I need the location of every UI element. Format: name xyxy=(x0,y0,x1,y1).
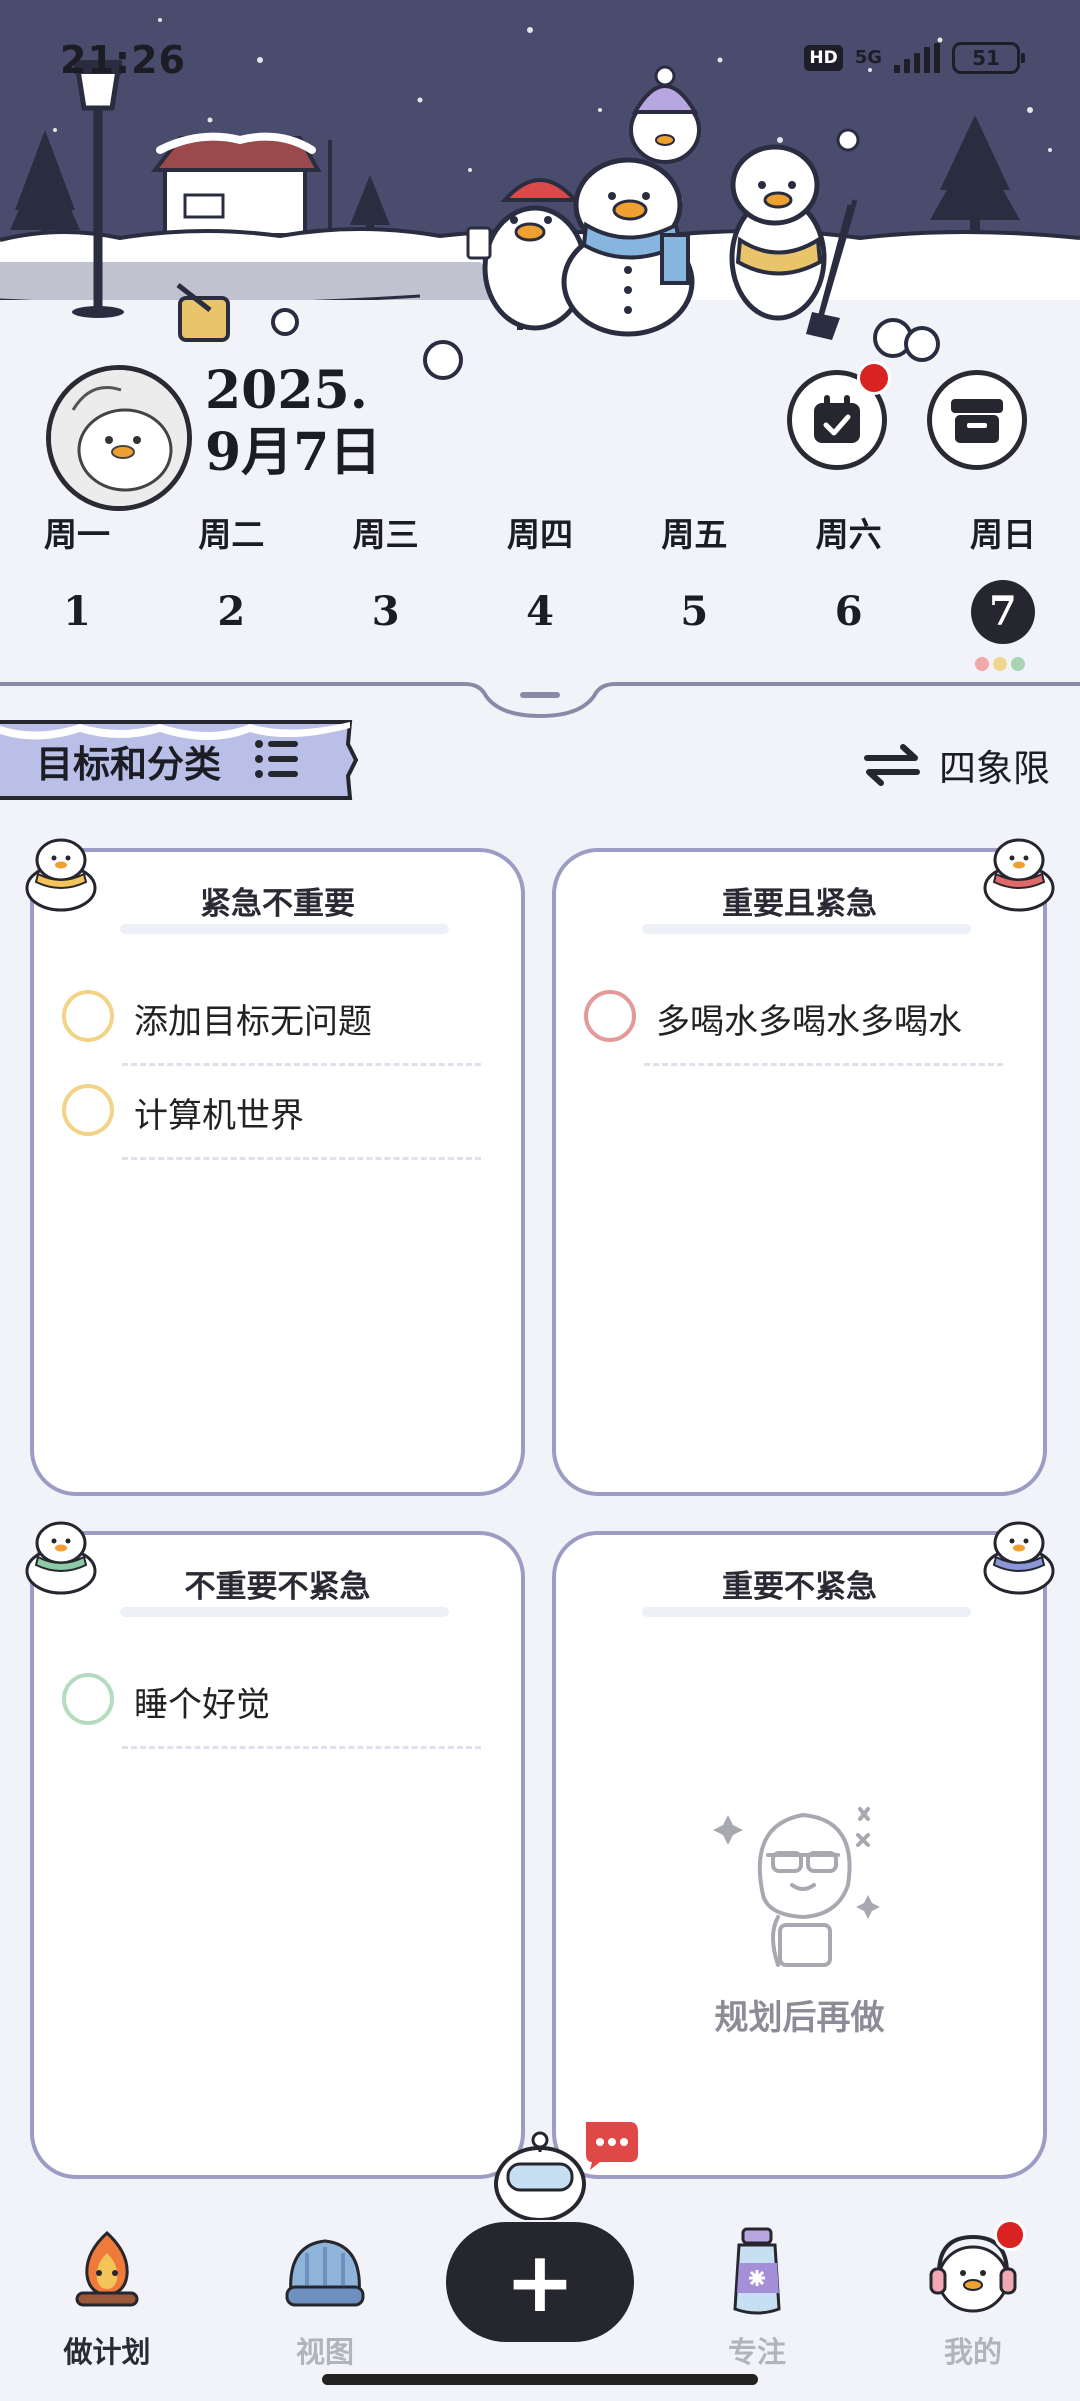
quadrant-urgent-not-important[interactable]: 紧急不重要 添加目标无问题 计算机世界 xyxy=(30,848,525,1496)
avatar[interactable] xyxy=(46,365,192,511)
tab-focus[interactable]: 专注 xyxy=(692,2223,822,2371)
quadrant-title: 紧急不重要 xyxy=(200,886,355,922)
mood-dot xyxy=(975,657,989,671)
snowman-decoration-yellow xyxy=(25,838,97,912)
day-tuesday[interactable]: 周二 2 xyxy=(159,510,303,640)
view-switch[interactable]: 四象限 xyxy=(863,738,1050,792)
mood-dot xyxy=(993,657,1007,671)
task-item[interactable]: 多喝水多喝水多喝水 xyxy=(584,972,1003,1066)
date-day: 9月7日 xyxy=(205,422,382,483)
goals-categories-label[interactable]: 目标和分类 xyxy=(36,734,221,788)
quadrant-title: 不重要不紧急 xyxy=(184,1569,371,1605)
day-friday[interactable]: 周五 5 xyxy=(622,510,766,640)
day-number: 1 xyxy=(63,588,91,635)
campfire-icon xyxy=(75,2230,139,2307)
archive-button[interactable] xyxy=(927,370,1027,470)
archive-box-icon xyxy=(951,399,1003,443)
tab-label: 视图 xyxy=(295,2335,354,2369)
task-checkbox[interactable] xyxy=(62,990,114,1042)
list-menu-icon[interactable] xyxy=(254,738,300,780)
day-number-selected: 7 xyxy=(970,580,1035,644)
quadrant-important-not-urgent[interactable]: 重要不紧急 规划后再做 xyxy=(552,1531,1047,2179)
task-checkbox[interactable] xyxy=(62,1084,114,1136)
mood-dot xyxy=(1011,657,1025,671)
swap-arrows-icon xyxy=(864,744,920,786)
task-item[interactable]: 计算机世界 xyxy=(62,1066,481,1160)
beanie-hat-icon xyxy=(285,2239,365,2307)
task-divider xyxy=(122,1746,481,1749)
title-underline xyxy=(642,924,971,934)
duck-avatar-icon xyxy=(51,370,187,506)
title-underline xyxy=(642,1607,971,1617)
task-checkbox[interactable] xyxy=(584,990,636,1042)
snowman-decoration-blue xyxy=(983,1521,1055,1595)
task-item[interactable]: 添加目标无问题 xyxy=(62,972,481,1066)
empty-state-illustration xyxy=(713,1807,880,1967)
quadrant-title: 重要不紧急 xyxy=(722,1569,877,1605)
tab-profile[interactable]: 我的 xyxy=(908,2219,1038,2371)
empty-state-text: 规划后再做 xyxy=(714,1998,885,2038)
day-sunday[interactable]: 周日 7 xyxy=(931,510,1075,644)
calendar-button[interactable] xyxy=(787,361,891,470)
task-label: 多喝水多喝水多喝水 xyxy=(656,1002,962,1042)
week-strip: 周一 1 周二 2 周三 3 周四 4 周五 5 周六 6 周日 7 xyxy=(0,510,1080,644)
day-saturday[interactable]: 周六 6 xyxy=(777,510,921,640)
tab-label: 我的 xyxy=(943,2335,1002,2369)
day-name: 周六 xyxy=(815,515,882,554)
task-label: 添加目标无问题 xyxy=(134,1002,372,1042)
task-label: 睡个好觉 xyxy=(134,1685,270,1725)
task-divider xyxy=(644,1063,1003,1066)
view-switch-label: 四象限 xyxy=(939,747,1050,790)
day-number: 4 xyxy=(526,588,554,635)
day-wednesday[interactable]: 周三 3 xyxy=(314,510,458,640)
signal-icon xyxy=(894,43,940,73)
day-name: 周三 xyxy=(352,515,419,554)
task-label: 计算机世界 xyxy=(134,1096,304,1136)
snowman-decoration-red xyxy=(983,838,1055,912)
tab-label: 做计划 xyxy=(63,2335,151,2369)
battery-icon: 51 xyxy=(952,42,1025,74)
quadrant-title: 重要且紧急 xyxy=(722,886,877,922)
quadrant-not-important-not-urgent[interactable]: 不重要不紧急 睡个好觉 xyxy=(30,1531,525,2179)
title-underline xyxy=(120,1607,449,1617)
day-number: 2 xyxy=(217,588,246,635)
day-name: 周四 xyxy=(506,515,573,554)
day-thursday[interactable]: 周四 4 xyxy=(468,510,612,640)
tab-label: 专注 xyxy=(727,2335,786,2369)
status-icons: HD 5G 51 xyxy=(804,42,1025,74)
day-name: 周二 xyxy=(198,515,265,554)
status-time: 21:26 xyxy=(60,38,186,82)
tab-view[interactable]: 视图 xyxy=(260,2223,390,2371)
collapse-handle[interactable] xyxy=(0,670,1080,720)
hd-badge: HD xyxy=(804,45,843,71)
title-underline xyxy=(120,924,449,934)
task-item[interactable]: 睡个好觉 xyxy=(62,1655,481,1749)
add-task-button[interactable]: + xyxy=(446,2222,634,2342)
quadrant-important-urgent[interactable]: 重要且紧急 多喝水多喝水多喝水 xyxy=(552,848,1047,1496)
day-number: 5 xyxy=(680,588,709,635)
header-date: 2025. 9月7日 xyxy=(205,360,381,484)
calendar-check-icon xyxy=(814,395,860,443)
water-bottle-icon xyxy=(733,2227,781,2315)
network-type: 5G xyxy=(854,47,882,68)
date-year: 2025. xyxy=(205,360,368,421)
task-checkbox[interactable] xyxy=(62,1673,114,1725)
day-name: 周日 xyxy=(969,515,1036,554)
day-name: 周一 xyxy=(44,515,110,554)
mood-dots xyxy=(975,657,1025,671)
day-number: 3 xyxy=(371,588,400,635)
day-number: 6 xyxy=(834,588,863,635)
home-indicator[interactable] xyxy=(322,2374,758,2385)
notification-dot xyxy=(857,361,891,395)
tab-plan[interactable]: 做计划 xyxy=(42,2223,172,2371)
day-name: 周五 xyxy=(661,515,728,554)
notification-dot xyxy=(994,2219,1026,2251)
day-monday[interactable]: 周一 1 xyxy=(5,510,149,640)
snowman-decoration-green xyxy=(25,1521,97,1595)
task-divider xyxy=(122,1157,481,1160)
